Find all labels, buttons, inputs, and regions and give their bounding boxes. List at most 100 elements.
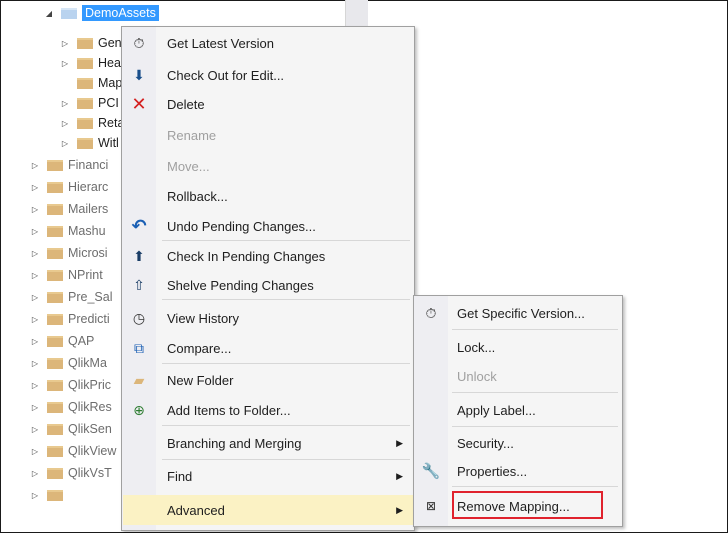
menu-item-branching-and-merging[interactable]: Branching and Merging ▶ <box>123 430 413 456</box>
expand-triangle-icon[interactable]: ▷ <box>30 161 40 170</box>
tree-node[interactable]: ▷ QlikView <box>30 441 116 461</box>
expand-triangle-icon[interactable]: ▷ <box>30 447 40 456</box>
expand-triangle-icon[interactable]: ▷ <box>30 491 40 500</box>
menu-item-unlock[interactable]: Unlock <box>415 363 621 389</box>
menu-item-check-in-pending-changes[interactable]: ⬆ Check In Pending Changes <box>123 243 413 269</box>
shelve-icon: ⇧ <box>133 276 145 293</box>
tree-node[interactable]: ▷ Gen <box>60 33 122 53</box>
menu-separator <box>452 486 618 487</box>
tree-node[interactable]: ▷ Mashu <box>30 221 106 241</box>
tree-node-root[interactable]: ◢ DemoAssets <box>44 3 159 23</box>
menu-item-properties[interactable]: 🔧 Properties... <box>415 458 621 484</box>
menu-item-shelve-pending-changes[interactable]: ⇧ Shelve Pending Changes <box>123 272 413 298</box>
tree-node[interactable]: ▷ NPrint <box>30 265 103 285</box>
expand-triangle-icon[interactable]: ▷ <box>30 403 40 412</box>
expand-triangle-icon[interactable]: ▷ <box>60 39 70 48</box>
menu-item-new-folder[interactable]: ▰ New Folder <box>123 367 413 393</box>
tree-node[interactable]: ▷ Financi <box>30 155 108 175</box>
expand-triangle-icon[interactable]: ▷ <box>60 59 70 68</box>
tree-node[interactable]: ▷ QlikPric <box>30 375 111 395</box>
expand-triangle-icon[interactable]: ▷ <box>30 381 40 390</box>
menu-item-get-latest-version[interactable]: ⏱ Get Latest Version <box>123 30 413 56</box>
tree-node-label: Predicti <box>68 312 110 326</box>
expand-triangle-icon[interactable]: ▷ <box>30 337 40 346</box>
menu-separator <box>162 299 410 300</box>
tree-node[interactable]: ▷ Hierarc <box>30 177 108 197</box>
expand-triangle-icon[interactable]: ▷ <box>30 359 40 368</box>
tree-node-label: QlikRes <box>68 400 112 414</box>
menu-item-undo-pending-changes[interactable]: ↶ Undo Pending Changes... <box>123 213 413 239</box>
annotation-highlight-box <box>452 491 603 519</box>
context-menu: ⏱ Get Latest Version ⬇ Check Out for Edi… <box>121 26 415 531</box>
expand-triangle-icon[interactable]: ▷ <box>60 119 70 128</box>
folder-icon <box>47 357 63 369</box>
menu-item-lock[interactable]: Lock... <box>415 334 621 360</box>
menu-item-get-specific-version[interactable]: ⏱ Get Specific Version... <box>415 300 621 326</box>
tree-node[interactable]: ▷ Pre_Sal <box>30 287 113 307</box>
expand-triangle-icon[interactable]: ▷ <box>60 99 70 108</box>
menu-item-add-items-to-folder[interactable]: ⊕ Add Items to Folder... <box>123 397 413 423</box>
menu-item-check-out-for-edit[interactable]: ⬇ Check Out for Edit... <box>123 62 413 88</box>
tree-node-label: PCI <box>98 96 119 110</box>
folder-icon <box>47 467 63 479</box>
expand-triangle-icon[interactable]: ▷ <box>30 227 40 236</box>
tree-node[interactable]: Map <box>60 73 122 93</box>
tree-node-label: DemoAssets <box>82 5 159 21</box>
expand-triangle-icon[interactable]: ▷ <box>30 205 40 214</box>
tree-node-label: Pre_Sal <box>68 290 113 304</box>
folder-icon <box>47 269 63 281</box>
tree-node-label: QlikVsT <box>68 466 112 480</box>
get-specific-icon: ⏱ <box>425 304 437 321</box>
tree-node[interactable]: ▷ QAP <box>30 331 94 351</box>
menu-separator <box>452 392 618 393</box>
folder-icon <box>47 247 63 259</box>
tree-node[interactable]: ▷ QlikRes <box>30 397 112 417</box>
menu-item-rename[interactable]: Rename <box>123 122 413 148</box>
expand-triangle-icon[interactable]: ▷ <box>30 271 40 280</box>
wrench-icon: 🔧 <box>421 463 441 480</box>
menu-item-apply-label[interactable]: Apply Label... <box>415 397 621 423</box>
folder-icon <box>61 7 77 19</box>
tree-node[interactable]: ▷ Reta <box>60 113 124 133</box>
tree-node-label: QAP <box>68 334 95 348</box>
tree-node-label: Financi <box>68 158 109 172</box>
add-items-icon: ⊕ <box>133 401 145 418</box>
collapse-triangle-icon[interactable]: ◢ <box>44 9 54 18</box>
tree-node-label: Microsi <box>68 246 108 260</box>
tree-node[interactable]: ▷ QlikMa <box>30 353 107 373</box>
menu-item-move[interactable]: Move... <box>123 153 413 179</box>
submenu-arrow-icon: ▶ <box>396 470 403 481</box>
expand-triangle-icon[interactable]: ▷ <box>30 293 40 302</box>
tree-node[interactable]: ▷ <box>30 485 68 505</box>
tree-node[interactable]: ▷ QlikSen <box>30 419 112 439</box>
expand-triangle-icon[interactable]: ▷ <box>30 425 40 434</box>
expand-triangle-icon[interactable]: ▷ <box>30 249 40 258</box>
menu-item-security[interactable]: Security... <box>415 430 621 456</box>
tree-node-label: Witl <box>98 136 119 150</box>
menu-item-view-history[interactable]: ◷ View History <box>123 305 413 331</box>
folder-icon <box>77 137 93 149</box>
tree-node[interactable]: ▷ Predicti <box>30 309 110 329</box>
menu-separator <box>452 329 618 330</box>
tree-node[interactable]: ▷ Witl <box>60 133 119 153</box>
tree-node[interactable]: ▷ QlikVsT <box>30 463 112 483</box>
expand-triangle-icon[interactable]: ▷ <box>30 315 40 324</box>
folder-icon <box>47 313 63 325</box>
tree-node[interactable]: ▷ Mailers <box>30 199 108 219</box>
menu-item-advanced[interactable]: Advanced ▶ <box>123 495 413 525</box>
menu-item-delete[interactable]: ✕ Delete <box>123 91 413 117</box>
tree-node[interactable]: ▷ Hea <box>60 53 121 73</box>
expand-triangle-icon[interactable]: ▷ <box>60 139 70 148</box>
tree-node[interactable]: ▷ PCI <box>60 93 119 113</box>
expand-triangle-icon[interactable]: ▷ <box>30 469 40 478</box>
menu-item-compare[interactable]: ⧉ Compare... <box>123 335 413 361</box>
folder-icon <box>47 445 63 457</box>
menu-item-rollback[interactable]: Rollback... <box>123 183 413 209</box>
menu-item-find[interactable]: Find ▶ <box>123 463 413 489</box>
tree-node[interactable]: ▷ Microsi <box>30 243 108 263</box>
submenu-arrow-icon: ▶ <box>396 437 403 448</box>
undo-icon: ↶ <box>131 215 147 236</box>
check-out-icon: ⬇ <box>133 66 145 83</box>
expand-triangle-icon[interactable]: ▷ <box>30 183 40 192</box>
delete-icon: ✕ <box>131 93 147 114</box>
